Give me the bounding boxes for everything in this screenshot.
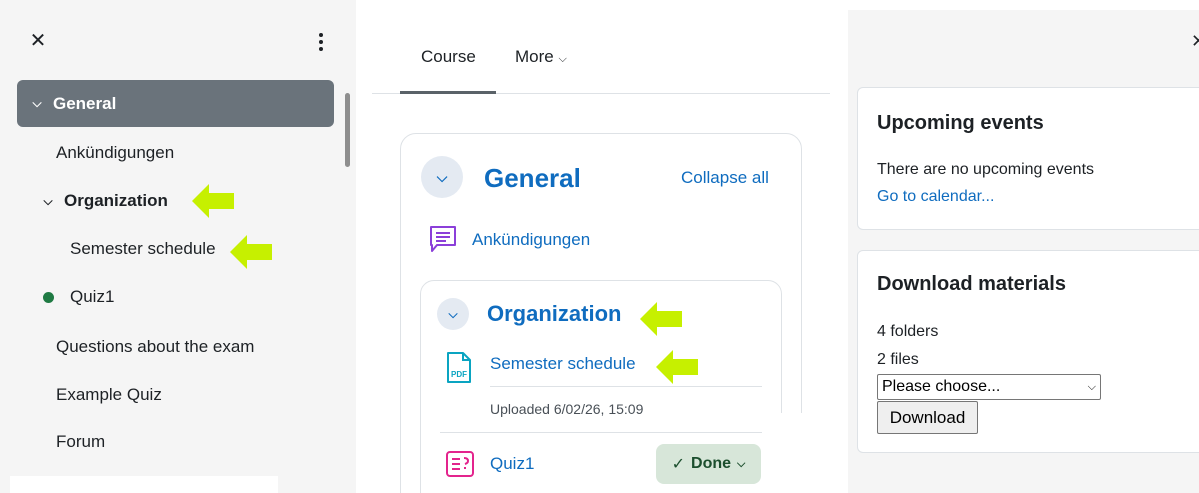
annotation-arrow-icon <box>640 302 682 336</box>
block-title: Upcoming events <box>877 112 1044 134</box>
index-item-label: Ankündigungen <box>56 143 175 162</box>
annotation-arrow-icon <box>230 235 272 269</box>
block-upcoming-events <box>857 87 1199 230</box>
quiz-icon <box>446 451 474 477</box>
chevron-down-icon: ⌵ <box>737 457 746 470</box>
check-icon: ✓ <box>671 456 686 473</box>
chevron-down-icon: ⌵ <box>558 53 567 65</box>
chevron-down-icon: ⌵ <box>1087 380 1096 393</box>
activity-link-ankuendigungen[interactable]: Ankündigungen <box>472 230 590 250</box>
download-button[interactable]: Download <box>877 401 978 434</box>
index-item-example-quiz[interactable]: Example Quiz <box>56 385 162 405</box>
completion-dot-icon <box>43 292 54 304</box>
completion-done-button[interactable]: ✓ Done ⌵ <box>656 444 761 484</box>
index-item-ankuendigungen[interactable]: Ankündigungen <box>56 143 174 163</box>
tab-course[interactable]: Course <box>421 47 476 67</box>
index-item-forum[interactable]: Forum <box>56 432 105 452</box>
close-icon[interactable]: ✕ <box>27 30 49 52</box>
folders-count: 4 folders <box>877 323 939 340</box>
divider <box>490 386 762 387</box>
collapse-section-button[interactable]: ⌵ <box>421 156 463 198</box>
no-events-text: There are no upcoming events <box>877 161 1095 178</box>
select-value: Please choose... <box>882 378 1001 395</box>
chevron-down-icon[interactable]: ⌵ <box>29 96 45 111</box>
active-tab-indicator <box>400 91 496 94</box>
materials-select[interactable]: Please choose... ⌵ <box>877 374 1101 400</box>
index-section-label: General <box>53 93 117 113</box>
index-item-quiz1[interactable]: Quiz1 <box>43 287 114 307</box>
annotation-arrow-icon <box>656 350 698 384</box>
index-section-organization[interactable]: ⌵ Organization <box>40 191 168 211</box>
block-title: Download materials <box>877 273 1066 295</box>
forum-icon <box>430 226 456 252</box>
chevron-down-icon: ⌵ <box>448 306 458 321</box>
index-scrollbar[interactable] <box>345 93 350 167</box>
pdf-file-icon: PDF <box>447 352 471 383</box>
index-item-label: Quiz1 <box>70 287 115 306</box>
index-section-label: Organization <box>64 191 168 210</box>
done-label: Done <box>691 455 732 472</box>
upload-date: Uploaded 6/02/26, 15:09 <box>490 401 644 417</box>
files-count: 2 files <box>877 351 919 368</box>
close-icon[interactable]: ✕ <box>1191 31 1199 52</box>
collapse-subsection-button[interactable]: ⌵ <box>437 298 469 330</box>
chevron-down-icon[interactable]: ⌵ <box>40 194 56 209</box>
index-item-questions-exam[interactable]: Questions about the exam <box>56 337 254 357</box>
go-to-calendar-link[interactable]: Go to calendar... <box>877 188 994 206</box>
section-title-general[interactable]: General <box>484 163 581 194</box>
index-item-label: Questions about the exam <box>56 337 255 356</box>
divider <box>440 432 762 433</box>
index-item-label: Example Quiz <box>56 385 162 404</box>
course-index-drawer: ✕ ⌵ General Ankündigungen ⌵ Organization… <box>0 0 356 493</box>
tab-more[interactable]: More ⌵ <box>515 47 567 67</box>
pdf-icon-label: PDF <box>451 370 467 379</box>
kebab-menu-icon[interactable] <box>312 30 330 54</box>
chevron-down-icon: ⌵ <box>436 168 448 185</box>
section-title-organization[interactable]: Organization <box>487 301 621 327</box>
activity-link-quiz1[interactable]: Quiz1 <box>490 454 534 474</box>
drawer-footer <box>10 476 278 493</box>
index-item-semester-schedule[interactable]: Semester schedule <box>70 239 216 259</box>
overlay-patch <box>766 413 830 493</box>
activity-link-semester-schedule[interactable]: Semester schedule <box>490 354 636 374</box>
index-item-label: Forum <box>56 432 106 451</box>
collapse-all-link[interactable]: Collapse all <box>681 168 769 188</box>
tab-label: More <box>515 47 554 66</box>
index-item-label: Semester schedule <box>70 239 216 258</box>
annotation-arrow-icon <box>192 184 234 218</box>
index-section-general[interactable]: ⌵ General <box>17 80 334 127</box>
